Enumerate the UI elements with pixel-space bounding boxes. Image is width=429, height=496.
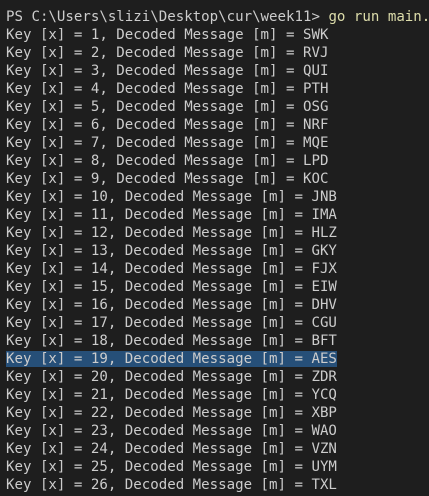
prompt-line: PS C:\Users\slizi\Desktop\cur\week11> go… <box>0 8 429 26</box>
output-line: Key [x] = 6, Decoded Message [m] = NRF <box>6 117 329 133</box>
output-line: Key [x] = 11, Decoded Message [m] = IMA <box>6 207 337 223</box>
output-line: Key [x] = 18, Decoded Message [m] = BFT <box>6 333 337 349</box>
output-line: Key [x] = 26, Decoded Message [m] = TXL <box>6 477 337 493</box>
output-line: Key [x] = 15, Decoded Message [m] = EIW <box>6 279 337 295</box>
output-line: Key [x] = 2, Decoded Message [m] = RVJ <box>6 45 329 61</box>
output-line: Key [x] = 3, Decoded Message [m] = QUI <box>6 63 329 79</box>
output-line: Key [x] = 4, Decoded Message [m] = PTH <box>6 81 329 97</box>
output-line: Key [x] = 17, Decoded Message [m] = CGU <box>6 315 337 331</box>
output-line: Key [x] = 1, Decoded Message [m] = SWK <box>6 27 329 43</box>
output-line: Key [x] = 9, Decoded Message [m] = KOC <box>6 171 329 187</box>
output-line: Key [x] = 7, Decoded Message [m] = MQE <box>6 135 329 151</box>
command-text: go run main.go <box>328 9 429 25</box>
output-line: Key [x] = 8, Decoded Message [m] = LPD <box>6 153 329 169</box>
output-line: Key [x] = 23, Decoded Message [m] = WAO <box>6 423 337 439</box>
selection-highlight[interactable]: Key [x] = 19, Decoded Message [m] = AES <box>6 351 337 367</box>
output-line: Key [x] = 5, Decoded Message [m] = OSG <box>6 99 329 115</box>
output-line: Key [x] = 25, Decoded Message [m] = UYM <box>6 459 337 475</box>
output-line: Key [x] = 22, Decoded Message [m] = XBP <box>6 405 337 421</box>
output-line: Key [x] = 14, Decoded Message [m] = FJX <box>6 261 337 277</box>
prompt-path: PS C:\Users\slizi\Desktop\cur\week11> <box>6 9 329 25</box>
selected-output-line[interactable]: Key [x] = 19, Decoded Message [m] = AES <box>0 350 429 368</box>
output-line: Key [x] = 21, Decoded Message [m] = YCQ <box>6 387 337 403</box>
output-line: Key [x] = 20, Decoded Message [m] = ZDR <box>6 369 337 385</box>
output-line: Key [x] = 10, Decoded Message [m] = JNB <box>6 189 337 205</box>
output-line: Key [x] = 16, Decoded Message [m] = DHV <box>6 297 337 313</box>
output-line: Key [x] = 24, Decoded Message [m] = VZN <box>6 441 337 457</box>
output-line: Key [x] = 12, Decoded Message [m] = HLZ <box>6 225 337 241</box>
terminal-panel[interactable]: PS C:\Users\slizi\Desktop\cur\week11> go… <box>0 0 429 496</box>
output-line: Key [x] = 13, Decoded Message [m] = GKY <box>6 243 337 259</box>
